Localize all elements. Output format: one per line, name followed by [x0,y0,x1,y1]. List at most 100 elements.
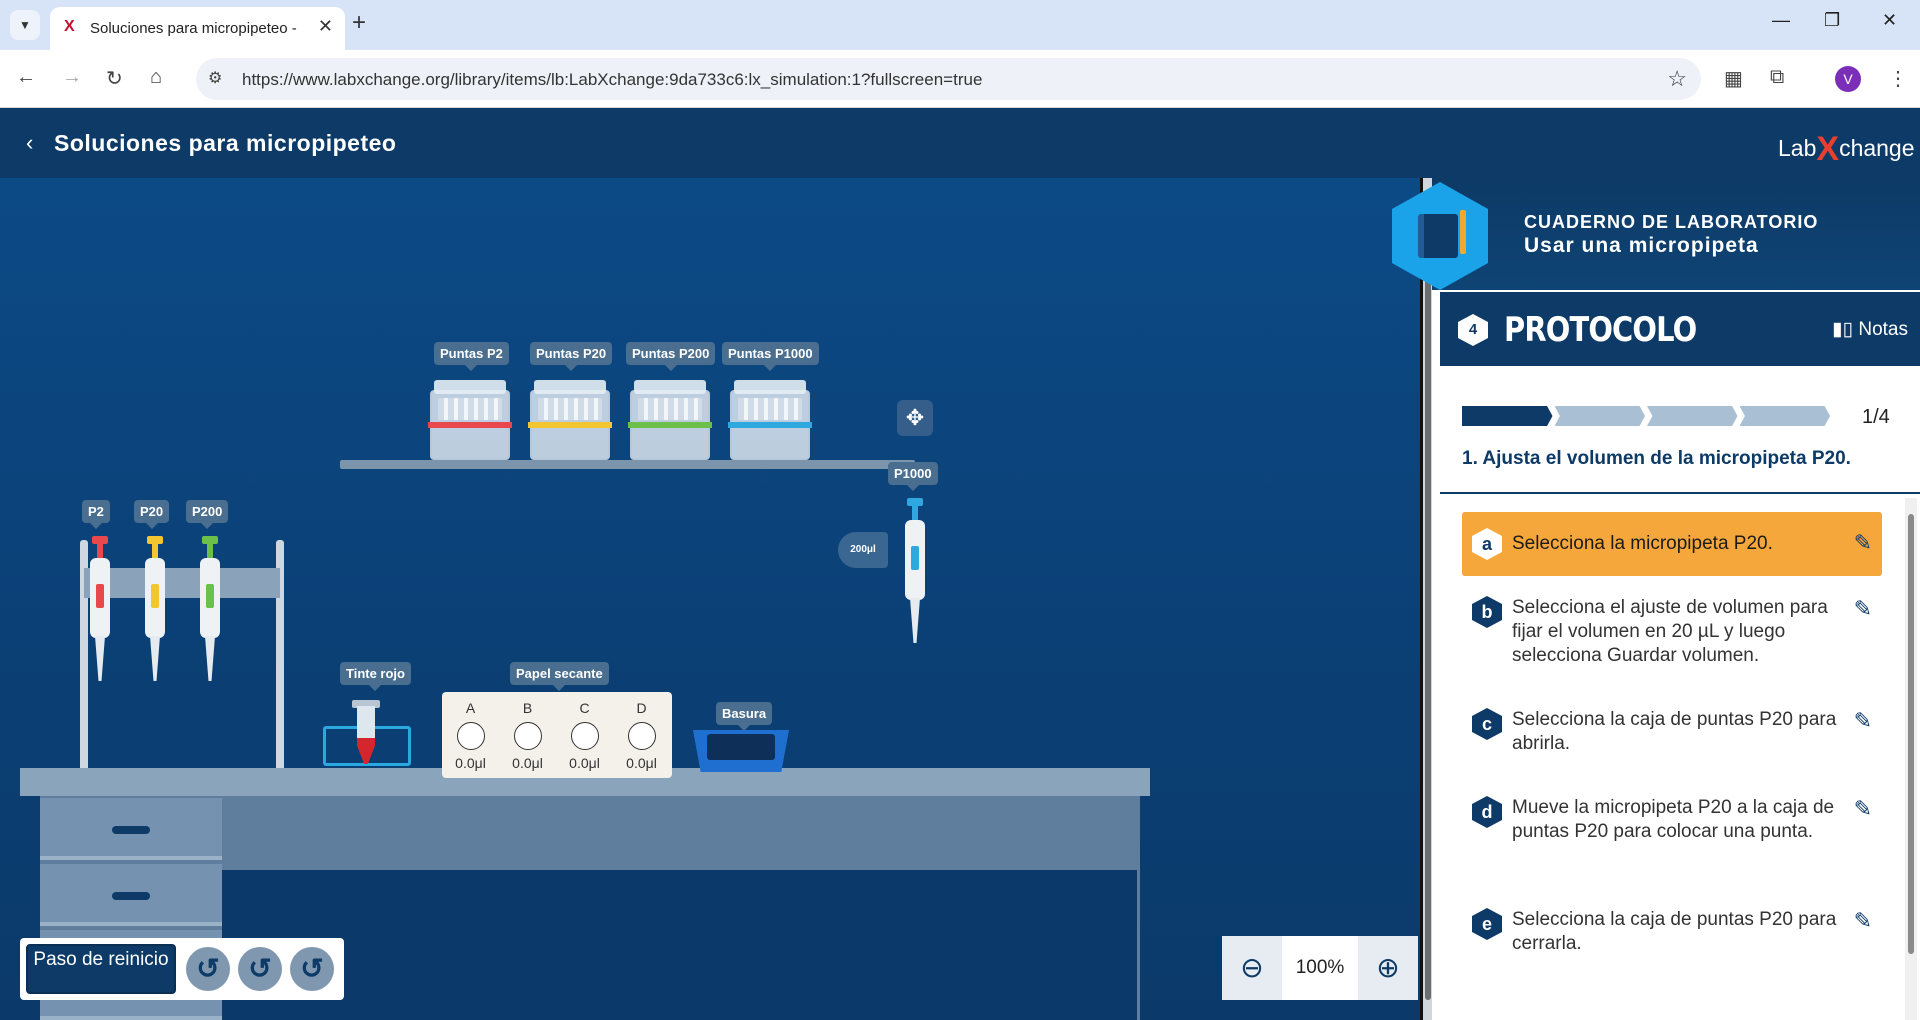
divider [1440,492,1920,494]
pipette-label-p1000: P1000 [888,462,938,491]
rack-bar [84,568,280,598]
zoom-controls: ⊖ 100% ⊕ [1222,936,1418,1000]
blot-spot-b[interactable]: B 0.0μl [499,692,556,778]
section-title: PROTOCOLO [1504,310,1697,350]
drawer-top [40,798,222,860]
blot-spot-c[interactable]: C 0.0μl [556,692,613,778]
pipette-p20[interactable] [145,536,165,696]
progress-counter: 1/4 [1862,406,1890,428]
notes-icon: ▮▯ [1832,319,1859,340]
home-icon[interactable]: ⌂ [150,66,162,89]
dye-label: Tinte rojo [340,662,411,691]
panel-divider-thumb[interactable] [1425,190,1431,1000]
progress-segment [1554,406,1645,426]
panel-scrollbar[interactable] [1905,498,1917,1020]
forward-arrow-icon[interactable]: → [62,66,82,89]
move-arrows-icon[interactable]: ✥ [897,400,933,436]
task-item-e[interactable]: e Selecciona la caja de puntas P20 para … [1462,900,1882,970]
task-text: Selecciona la caja de puntas P20 para ab… [1512,709,1837,754]
url-field[interactable]: ⚙ https://www.labxchange.org/library/ite… [196,58,1701,100]
pencil-icon[interactable]: ✎ [1854,908,1872,934]
page-title[interactable]: Soluciones para micropipeteo [54,130,396,157]
tipbox-p20[interactable] [528,380,612,460]
site-info-icon[interactable]: ⚙ [208,68,222,88]
url-text[interactable]: https://www.labxchange.org/library/items… [242,70,982,90]
volume-bubble: 200μl [838,532,888,568]
bench-underside [222,870,1137,1020]
blotting-paper[interactable]: A 0.0μl B 0.0μl C 0.0μl D 0.0μl [442,692,672,778]
pipette-label-p200: P200 [186,500,229,529]
task-text: Selecciona el ajuste de volumen para fij… [1512,597,1828,666]
trash-bin-inner [707,734,775,760]
notebook-header: CUADERNO DE LABORATORIO Usar una micropi… [1392,178,1920,290]
extensions-puzzle-icon[interactable]: ⧉ [1770,66,1784,89]
close-window-button[interactable]: ✕ [1882,10,1897,31]
pipette-p1000[interactable] [905,498,925,658]
profile-avatar[interactable]: V [1835,66,1861,92]
progress-segment [1739,406,1830,426]
simulation-canvas: Puntas P2 Puntas P20 Puntas P200 Puntas … [0,178,1420,1020]
pencil-icon[interactable]: ✎ [1854,796,1872,822]
tab-search-chevron-icon[interactable]: ▼ [10,10,40,40]
shelf [340,460,915,469]
zoom-out-icon[interactable]: ⊖ [1222,936,1282,1000]
reset-controls: Paso de reinicio ↺ ↺ ↺ [20,938,344,1000]
browser-menu-icon[interactable]: ⋮ [1888,66,1908,91]
pencil-icon[interactable]: ✎ [1854,596,1872,622]
reload-icon[interactable]: ↻ [106,66,123,91]
tipbox-p1000[interactable] [728,380,812,460]
bookmark-star-icon[interactable]: ☆ [1667,66,1687,92]
task-item-a[interactable]: a Selecciona la micropipeta P20. ✎ [1462,512,1882,576]
zoom-in-icon[interactable]: ⊕ [1358,936,1418,1000]
tipbox-p200[interactable] [628,380,712,460]
back-arrow-icon[interactable]: ← [16,66,36,89]
pencil-icon[interactable]: ✎ [1854,530,1872,556]
blotting-paper-label: Papel secante [510,662,609,691]
minimize-button[interactable]: — [1772,10,1790,31]
tipbox-label-p2: Puntas P2 [434,342,509,371]
notes-button[interactable]: ▮▯ Notas [1832,318,1908,341]
address-bar: ← → ↻ ⌂ ⚙ https://www.labxchange.org/lib… [0,50,1920,108]
qr-code-icon[interactable]: ▦ [1724,66,1743,91]
browser-tab-bar: ▼ X Soluciones para micropipeteo - ✕ + —… [0,0,1920,50]
pipette-label-p20: P20 [134,500,170,529]
pencil-icon[interactable]: ✎ [1854,708,1872,734]
pipette-p200[interactable] [200,536,220,696]
blot-spot-d[interactable]: D 0.0μl [613,692,670,778]
browser-tab[interactable]: X Soluciones para micropipeteo - ✕ [50,7,345,50]
trash-label: Basura [716,702,773,731]
task-text: Selecciona la caja de puntas P20 para ce… [1512,909,1837,954]
notebook-subtitle: Usar una micropipeta [1524,234,1759,257]
notebook-title: CUADERNO DE LABORATORIO [1524,212,1819,232]
app-header: ‹ Soluciones para micropipeteo LabXchang… [0,108,1920,178]
back-chevron-icon[interactable]: ‹ [26,130,33,156]
tipbox-label-p1000: Puntas P1000 [722,342,819,371]
undo-icon[interactable]: ↺ [290,947,334,991]
step-progress-bar [1462,406,1832,426]
tipbox-p2[interactable] [428,380,512,460]
blot-spot-a[interactable]: A 0.0μl [442,692,499,778]
zoom-level: 100% [1295,957,1345,978]
restore-button[interactable]: ❐ [1824,10,1840,31]
tipbox-label-p200: Puntas P200 [626,342,716,371]
reset-step-button[interactable]: Paso de reinicio [26,944,176,994]
labxchange-favicon-icon: X [64,18,75,35]
tab-close-icon[interactable]: ✕ [318,16,333,37]
pipette-p2[interactable] [90,536,110,696]
drawer-middle [40,864,222,926]
new-tab-button[interactable]: + [352,9,366,37]
progress-segment [1647,406,1738,426]
tab-title: Soluciones para micropipeteo - [90,20,297,37]
progress-segment [1462,406,1553,426]
labxchange-logo: LabXchange [1778,130,1915,168]
tipbox-label-p20: Puntas P20 [530,342,613,371]
lab-notebook-panel: CUADERNO DE LABORATORIO Usar una micropi… [1392,178,1920,1020]
step-title: 1. Ajusta el volumen de la micropipeta P… [1462,448,1851,469]
protocol-header: 4 PROTOCOLO ▮▯ Notas [1440,290,1920,366]
task-item-d[interactable]: d Mueve la micropipeta P20 a la caja de … [1462,788,1882,878]
task-text: Mueve la micropipeta P20 a la caja de pu… [1512,797,1835,842]
task-item-c[interactable]: c Selecciona la caja de puntas P20 para … [1462,700,1882,770]
undo-icon[interactable]: ↺ [238,947,282,991]
task-item-b[interactable]: b Selecciona el ajuste de volumen para f… [1462,588,1882,678]
undo-icon[interactable]: ↺ [186,947,230,991]
